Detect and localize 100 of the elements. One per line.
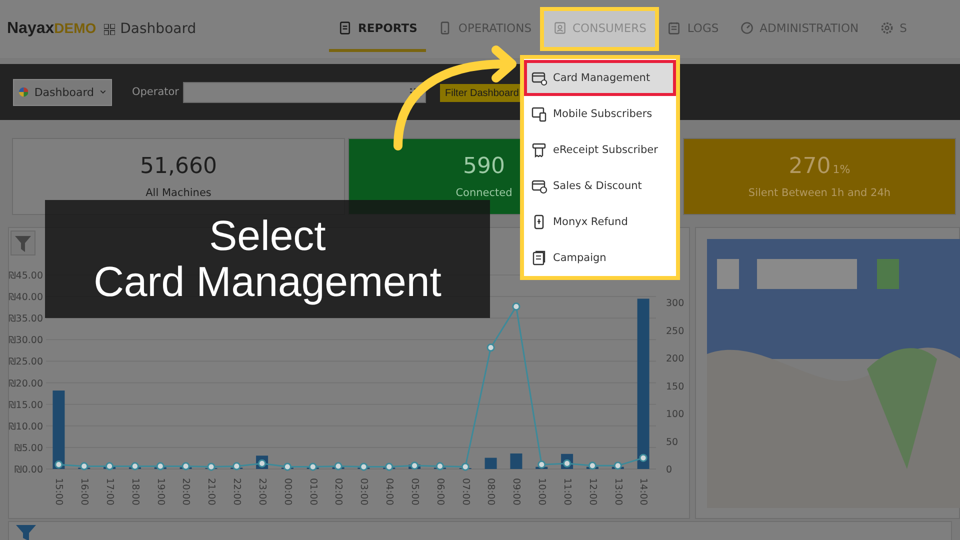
axis-label: ₪25.00: [9, 356, 43, 368]
axis-label: 0: [666, 464, 672, 476]
axis-label: 06:00: [434, 478, 446, 506]
badge-icon: [552, 20, 567, 34]
axis-label: 05:00: [408, 478, 420, 506]
axis-label: 07:00: [460, 478, 471, 506]
document-icon: [338, 20, 352, 34]
axis-label: 19:00: [154, 478, 166, 506]
document-icon: [531, 250, 547, 266]
brand-suffix: DEMO: [54, 20, 96, 36]
menu-item[interactable]: eReceipt Subscriber: [524, 132, 676, 168]
axis-label: 08:00: [485, 478, 496, 506]
axis-label: 17:00: [104, 478, 115, 506]
axis-label: 10:00: [536, 478, 548, 506]
axis-label: 150: [666, 381, 684, 392]
devices-icon: [531, 106, 547, 122]
menu-item[interactable]: Campaign: [524, 240, 676, 276]
data-point: [106, 462, 114, 470]
axis-label: 12:00: [586, 478, 598, 506]
axis-label: 300: [666, 298, 684, 310]
data-point: [385, 462, 394, 471]
bar: [510, 453, 522, 469]
filter-icon[interactable]: [10, 230, 36, 256]
axis-label: 14:00: [638, 478, 649, 506]
axis-label: 200: [666, 354, 684, 365]
data-point: [563, 459, 572, 468]
data-point: [360, 462, 368, 471]
receipt-icon: [531, 142, 547, 158]
stat-value: 590: [463, 154, 505, 179]
stat-label: All Machines: [146, 187, 212, 199]
data-point: [283, 462, 292, 471]
axis-label: ₪35.00: [9, 314, 43, 325]
pie-chart-icon: [19, 85, 28, 99]
data-point: [54, 460, 63, 469]
gauge-icon: [740, 20, 754, 34]
axis-label: ₪0.00: [14, 464, 43, 476]
caption-text: Select: [209, 212, 326, 259]
menu-item[interactable]: Monyx Refund: [524, 204, 676, 240]
menu-item[interactable]: Sales & Discount: [524, 168, 676, 204]
axis-label: ₪45.00: [9, 270, 43, 282]
data-point: [538, 460, 546, 469]
bar: [484, 458, 497, 469]
caret-icon: [100, 89, 106, 95]
axis-label: 18:00: [129, 478, 140, 506]
data-point: [614, 462, 622, 470]
menu-item[interactable]: Card Management: [524, 60, 676, 96]
operator-field[interactable]: [183, 82, 426, 102]
stat-label: Connected: [456, 187, 512, 199]
page-title: Dashboard: [120, 21, 196, 37]
filter-icon[interactable]: [15, 524, 37, 540]
axis-label: 13:00: [612, 478, 624, 506]
axis-label: 04:00: [384, 478, 395, 506]
axis-label: ₪20.00: [9, 378, 43, 390]
data-point: [486, 344, 495, 352]
menu-item[interactable]: Mobile Subscribers: [524, 96, 676, 132]
axis-label: 23:00: [256, 478, 268, 506]
stat-label: Silent Between 1h and 24h: [748, 187, 891, 199]
data-point: [334, 462, 342, 470]
data-point: [182, 462, 190, 470]
axis-label: 20:00: [180, 478, 192, 506]
axis-label: ₪10.00: [9, 421, 43, 432]
axis-label: 02:00: [332, 478, 344, 506]
stat-value: 270: [788, 154, 831, 179]
axis-label: ₪5.00: [14, 442, 43, 454]
axis-label: 100: [666, 409, 684, 420]
axis-label: 16:00: [78, 478, 90, 506]
data-point: [410, 462, 419, 470]
axis-label: ₪40.00: [9, 292, 43, 304]
list-icon: [667, 20, 682, 34]
nav-tab[interactable]: REPORTS: [329, 6, 426, 52]
axis-label: 50: [666, 436, 678, 448]
axis-label: ₪30.00: [9, 335, 43, 346]
axis-label: 250: [666, 326, 684, 337]
stat-value: 51,660: [140, 154, 217, 179]
settings-icon: [880, 20, 894, 34]
stat-unit: 1%: [832, 163, 850, 176]
axis-label: 15:00: [53, 478, 64, 506]
data-point: [156, 462, 164, 470]
data-point: [258, 459, 266, 468]
data-point: [130, 462, 139, 470]
data-point: [461, 462, 470, 471]
data-point: [436, 462, 444, 470]
card-icon: [531, 70, 547, 86]
data-point: [588, 462, 596, 470]
axis-label: 03:00: [358, 478, 370, 506]
operator-label: Operator: [132, 86, 179, 98]
axis-label: 21:00: [206, 478, 217, 506]
brand-logo: Nayax: [7, 20, 54, 38]
axis-label: 22:00: [231, 478, 242, 506]
axis-label: 09:00: [510, 478, 522, 506]
data-point: [512, 302, 520, 311]
axis-label: 11:00: [561, 478, 572, 506]
view-dropdown[interactable]: Dashboard: [13, 78, 112, 106]
data-point: [639, 454, 648, 462]
data-point: [232, 462, 241, 470]
axis-label: ₪15.00: [9, 400, 43, 411]
axis-label: 01:00: [307, 478, 318, 506]
data-point: [308, 462, 317, 471]
grid-icon: [104, 24, 116, 34]
axis-label: 00:00: [282, 478, 293, 506]
